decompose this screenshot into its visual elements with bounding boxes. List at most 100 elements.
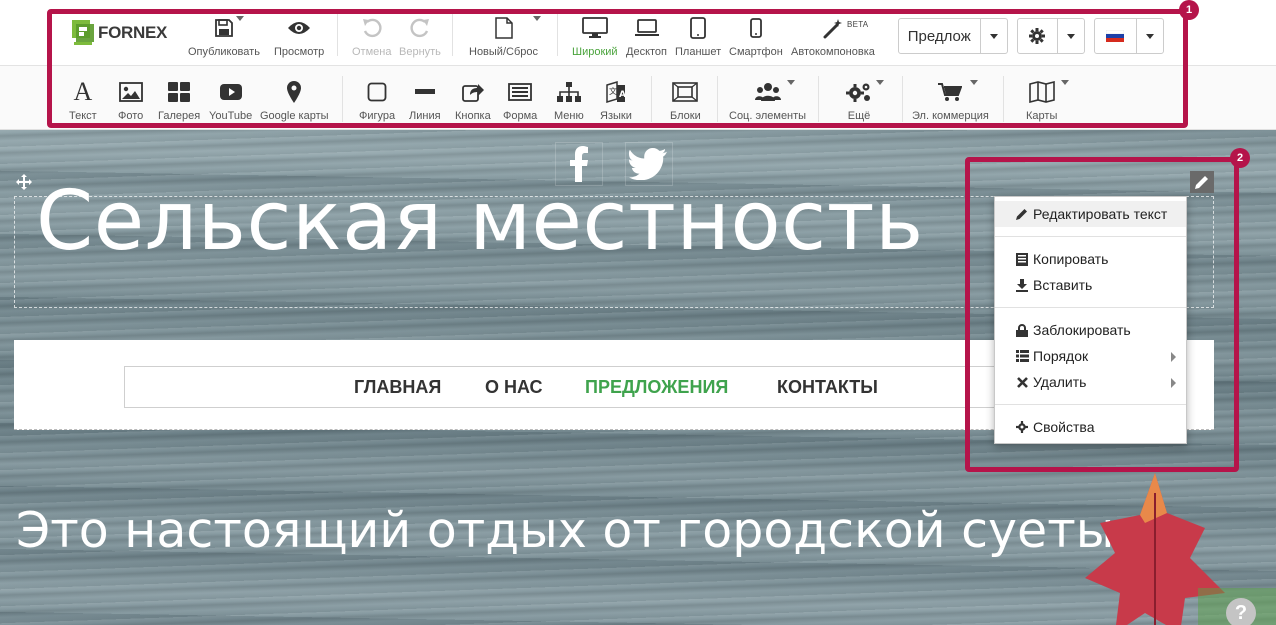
publish-button[interactable]: Опубликовать <box>188 14 260 58</box>
new-reset-caret-icon[interactable] <box>532 16 541 21</box>
fornex-logo-text: FORNEX <box>98 23 168 42</box>
move-icon[interactable] <box>14 174 34 190</box>
add-gallery-button[interactable]: Галерея <box>158 78 200 122</box>
add-button-button[interactable]: Кнопка <box>455 78 491 122</box>
fornex-logo-icon <box>72 20 94 46</box>
form-icon <box>508 78 533 106</box>
settings-dropdown[interactable] <box>1058 19 1084 53</box>
publish-caret-icon[interactable] <box>235 16 244 21</box>
list-icon <box>1015 350 1029 362</box>
view-tablet-button[interactable]: Планшет <box>675 14 721 58</box>
chevron-down-icon <box>1145 33 1154 39</box>
gear-icon <box>1015 421 1029 433</box>
undo-label: Отмена <box>352 46 392 58</box>
add-languages-button[interactable]: A文 Языки <box>600 78 632 122</box>
chevron-down-icon <box>1066 33 1075 39</box>
menu-item-lock[interactable]: Заблокировать <box>995 317 1186 343</box>
view-smartphone-button[interactable]: Смартфон <box>729 14 783 58</box>
nav-item-home[interactable]: ГЛАВНАЯ <box>354 377 441 398</box>
social-caret-icon[interactable] <box>786 80 795 85</box>
settings-button[interactable] <box>1018 19 1058 53</box>
add-form-button[interactable]: Форма <box>503 78 537 122</box>
add-shape-button[interactable]: Фигура <box>359 78 395 122</box>
preview-button[interactable]: Просмотр <box>274 14 324 58</box>
edit-block-button[interactable] <box>1190 171 1214 193</box>
view-desktop-button[interactable]: Десктоп <box>626 14 667 58</box>
menu-item-delete[interactable]: Удалить <box>995 369 1186 395</box>
menu-divider <box>995 307 1186 308</box>
add-photo-button[interactable]: Фото <box>118 78 143 122</box>
add-social-button[interactable]: Соц. элементы <box>729 78 806 122</box>
menu-item-properties-label: Свойства <box>1033 419 1095 435</box>
add-text-label: Текст <box>69 110 97 122</box>
toolbar-divider <box>1003 76 1004 122</box>
ecommerce-button[interactable]: Эл. коммерция <box>912 78 989 122</box>
add-youtube-label: YouTube <box>209 110 253 122</box>
translate-icon: A文 <box>605 78 627 106</box>
image-icon <box>118 78 143 106</box>
maps-caret-icon[interactable] <box>1060 80 1069 85</box>
add-line-button[interactable]: Линия <box>409 78 441 122</box>
page-subtitle[interactable]: Это настоящий отдых от городской суеты <box>16 502 1114 559</box>
view-desktop-label: Десктоп <box>626 46 667 58</box>
help-button[interactable]: ? <box>1226 598 1256 625</box>
add-line-label: Линия <box>409 110 441 122</box>
menu-item-properties[interactable]: Свойства <box>995 414 1186 440</box>
add-blocks-label: Блоки <box>670 110 701 122</box>
more-elements-label: Ещё <box>847 110 871 122</box>
chevron-right-icon <box>1171 352 1176 362</box>
svg-text:文: 文 <box>609 86 617 96</box>
page-select-value[interactable]: Предлож <box>899 19 981 53</box>
toolbar-row-top: FORNEX Опубликовать Просмотр Отмена Верн… <box>0 0 1276 66</box>
add-shape-label: Фигура <box>359 110 396 122</box>
more-elements-button[interactable]: Ещё <box>846 78 884 122</box>
add-gallery-label: Галерея <box>158 110 201 122</box>
shopping-cart-icon <box>938 78 979 106</box>
add-button-label: Кнопка <box>455 110 491 122</box>
add-text-button[interactable]: A Текст <box>69 77 97 122</box>
add-google-maps-button[interactable]: Google карты <box>260 78 329 122</box>
add-blocks-button[interactable]: Блоки <box>670 78 701 122</box>
redo-button[interactable]: Вернуть <box>399 14 441 58</box>
add-photo-label: Фото <box>118 110 144 122</box>
nav-item-about[interactable]: О НАС <box>485 377 543 398</box>
more-caret-icon[interactable] <box>876 80 884 85</box>
add-menu-button[interactable]: Меню <box>554 78 584 122</box>
page-select[interactable]: Предлож <box>898 18 1008 54</box>
menu-divider <box>995 404 1186 405</box>
view-wide-button[interactable]: Широкий <box>572 14 618 58</box>
toolbar-divider <box>337 12 338 56</box>
page-title[interactable]: Сельская местность <box>36 174 924 269</box>
new-reset-button[interactable]: Новый/Сброс <box>469 14 541 58</box>
undo-button[interactable]: Отмена <box>352 14 391 58</box>
pencil-icon <box>1015 208 1029 220</box>
add-youtube-button[interactable]: YouTube <box>209 78 252 122</box>
annotation-badge-2: 2 <box>1230 148 1250 168</box>
ecommerce-label: Эл. коммерция <box>912 110 989 122</box>
autolayout-button[interactable]: BETA Автокомпоновка <box>791 14 875 58</box>
menu-item-paste[interactable]: Вставить <box>995 272 1186 298</box>
text-icon: A <box>73 77 93 106</box>
page-select-dropdown[interactable] <box>981 19 1008 53</box>
menu-item-copy[interactable]: Копировать <box>995 246 1186 272</box>
svg-text:A: A <box>619 90 626 100</box>
save-icon <box>214 14 244 42</box>
navigation-menu: ГЛАВНАЯ О НАС ПРЕДЛОЖЕНИЯ КОНТАКТЫ <box>124 366 1054 408</box>
redo-label: Вернуть <box>399 46 441 58</box>
language-flag-button[interactable] <box>1095 19 1137 53</box>
menu-item-edit-text[interactable]: Редактировать текст <box>995 201 1186 227</box>
nav-item-contacts[interactable]: КОНТАКТЫ <box>777 377 878 398</box>
add-google-maps-label: Google карты <box>260 110 329 122</box>
fornex-logo[interactable]: FORNEX <box>72 20 167 46</box>
ecommerce-caret-icon[interactable] <box>970 80 979 85</box>
add-social-label: Соц. элементы <box>729 110 807 122</box>
nav-item-offers[interactable]: ПРЕДЛОЖЕНИЯ <box>585 377 728 398</box>
maps-button[interactable]: Карты <box>1026 78 1069 122</box>
toolbar-divider <box>651 76 652 122</box>
language-dropdown[interactable] <box>1137 19 1163 53</box>
redo-icon <box>409 14 431 42</box>
menu-item-order[interactable]: Порядок <box>995 343 1186 369</box>
settings-button-group[interactable] <box>1017 18 1085 54</box>
language-select[interactable] <box>1094 18 1164 54</box>
share-arrow-icon <box>461 78 484 106</box>
